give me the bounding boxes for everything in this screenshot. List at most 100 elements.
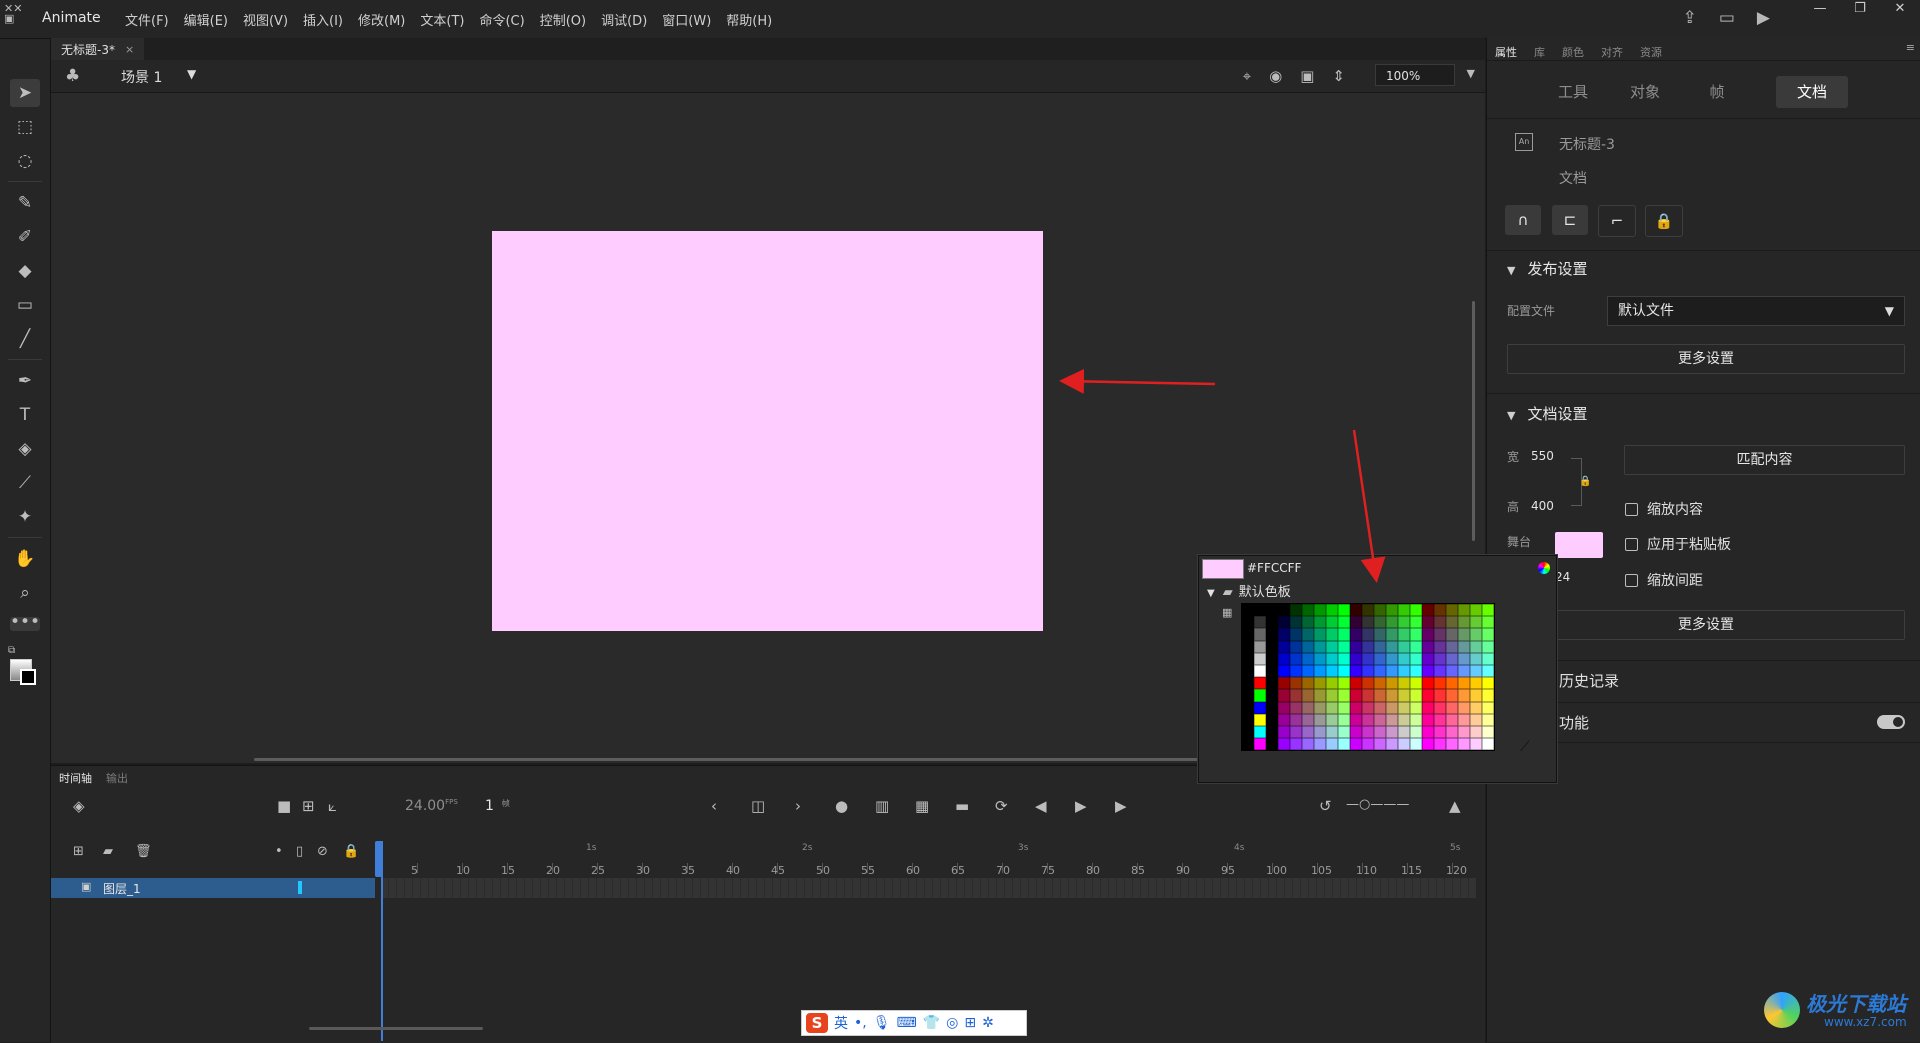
onion-outline-icon[interactable]: ▥ (875, 797, 889, 815)
swatch-cell[interactable] (1314, 604, 1326, 617)
swatch-cell[interactable] (1410, 725, 1422, 739)
more-tools-icon[interactable]: ••• (10, 614, 40, 631)
ruler-icon[interactable]: ⌐ (1598, 205, 1636, 237)
swatch-cell[interactable] (1302, 640, 1314, 653)
swatch-cell[interactable] (1374, 725, 1386, 739)
loop-icon[interactable]: ⟳ (995, 797, 1008, 815)
swatch-cell[interactable] (1266, 677, 1278, 690)
swatch-cell[interactable] (1314, 616, 1326, 629)
swatch-cell[interactable] (1446, 701, 1458, 714)
swatch-cell[interactable] (1266, 689, 1278, 702)
lock-icon[interactable]: 🔒 (343, 844, 359, 859)
swatch-cell[interactable] (1242, 725, 1254, 739)
swatch-cell[interactable] (1254, 725, 1266, 739)
swatch-cell[interactable] (1302, 713, 1314, 726)
swatch-cell[interactable] (1302, 725, 1314, 739)
stroke-color-swatch[interactable] (20, 669, 36, 685)
onion-skin-icon[interactable]: ● (835, 797, 848, 815)
swatch-cell[interactable] (1386, 604, 1398, 617)
menu-text[interactable]: 文本(T) (420, 10, 464, 29)
swatch-cell[interactable] (1290, 677, 1302, 690)
swatch-cell[interactable] (1350, 652, 1362, 665)
stage-canvas[interactable] (492, 231, 1043, 631)
rectangle-tool-icon[interactable]: ▭ (10, 291, 40, 319)
scale-content-checkbox[interactable] (1625, 503, 1638, 516)
color-swatch-grid[interactable] (1241, 603, 1495, 752)
height-field[interactable]: 400 (1531, 499, 1554, 513)
brush-tool-icon[interactable]: ✎ (10, 189, 40, 217)
swatch-cell[interactable] (1290, 713, 1302, 726)
segment-frame[interactable]: 帧 (1681, 76, 1753, 108)
swatch-cell[interactable] (1242, 664, 1254, 678)
line-tool-icon[interactable]: ╱ (10, 325, 40, 353)
swatch-cell[interactable] (1458, 713, 1470, 726)
swatch-cell[interactable] (1326, 664, 1338, 678)
swatch-cell[interactable] (1290, 664, 1302, 678)
swatch-cell[interactable] (1410, 616, 1422, 629)
free-transform-tool-icon[interactable]: ⬚ (10, 113, 40, 141)
feature-heading[interactable]: 功能 (1559, 712, 1589, 733)
swatch-cell[interactable] (1278, 677, 1290, 690)
center-stage-icon[interactable]: ⌖ (1243, 67, 1251, 85)
swatch-cell[interactable] (1290, 640, 1302, 653)
timeline-size-icon[interactable]: ▲ (1449, 797, 1461, 815)
swatch-cell[interactable] (1302, 677, 1314, 690)
layers-icon[interactable]: ◈ (73, 797, 85, 815)
swatch-cell[interactable] (1434, 664, 1446, 678)
match-contents-button[interactable]: 匹配内容 (1624, 445, 1905, 475)
swatch-cell[interactable] (1398, 738, 1410, 751)
zoom-dropdown-icon[interactable]: ▼ (1467, 67, 1475, 80)
swatch-cell[interactable] (1254, 628, 1266, 641)
swatch-cell[interactable] (1422, 677, 1434, 690)
selection-tool-icon[interactable]: ➤ (10, 79, 40, 107)
tab-library[interactable]: 库 (1526, 40, 1554, 60)
swatch-cell[interactable] (1326, 713, 1338, 726)
hand-tool-icon[interactable]: ✋ (10, 545, 40, 573)
swatch-cell[interactable] (1350, 677, 1362, 690)
swatch-cell[interactable] (1386, 689, 1398, 702)
lock-icon[interactable]: 🔒 (1645, 205, 1683, 237)
swatch-cell[interactable] (1242, 640, 1254, 653)
swatch-cell[interactable] (1482, 640, 1494, 653)
paint-brush-tool-icon[interactable]: ✐ (10, 223, 40, 251)
swatch-cell[interactable] (1386, 713, 1398, 726)
swatch-cell[interactable] (1362, 664, 1374, 678)
swatch-cell[interactable] (1254, 713, 1266, 726)
menu-debug[interactable]: 调试(D) (601, 10, 647, 29)
edit-multiple-frames-icon[interactable]: ▦ (915, 797, 929, 815)
swatch-cell[interactable] (1290, 689, 1302, 702)
swap-colors-icon[interactable]: ⧉ (8, 645, 20, 656)
swatch-cell[interactable] (1482, 738, 1494, 751)
swatch-cell[interactable] (1386, 701, 1398, 714)
fps-field[interactable]: 24 (1555, 570, 1570, 584)
new-folder-icon[interactable]: ▰ (103, 844, 113, 859)
play-icon[interactable]: ▶ (1075, 797, 1087, 815)
swatch-cell[interactable] (1398, 725, 1410, 739)
swatch-cell[interactable] (1326, 628, 1338, 641)
scene-dropdown-icon[interactable]: ▼ (187, 67, 196, 81)
swatch-cell[interactable] (1398, 616, 1410, 629)
swatch-cell[interactable] (1338, 604, 1350, 617)
swatch-cell[interactable] (1350, 725, 1362, 739)
swatch-cell[interactable] (1278, 628, 1290, 641)
swatch-cell[interactable] (1446, 689, 1458, 702)
menu-control[interactable]: 控制(O) (540, 10, 586, 29)
swatch-cell[interactable] (1254, 604, 1266, 617)
menu-modify[interactable]: 修改(M) (358, 10, 405, 29)
zoom-field[interactable]: 100% (1375, 64, 1455, 86)
text-tool-icon[interactable]: T (10, 401, 40, 429)
swatch-cell[interactable] (1458, 725, 1470, 739)
swatch-cell[interactable] (1410, 652, 1422, 665)
swatch-cell[interactable] (1266, 664, 1278, 678)
swatch-cell[interactable] (1278, 738, 1290, 751)
swatch-cell[interactable] (1470, 640, 1482, 653)
swatch-cell[interactable] (1266, 616, 1278, 629)
swatch-cell[interactable] (1446, 604, 1458, 617)
swatch-cell[interactable] (1422, 701, 1434, 714)
swatch-cell[interactable] (1362, 738, 1374, 751)
swatch-cell[interactable] (1350, 664, 1362, 678)
step-back-icon[interactable]: ◀ (1035, 797, 1047, 815)
swatch-cell[interactable] (1314, 652, 1326, 665)
swatch-cell[interactable] (1362, 652, 1374, 665)
swatch-cell[interactable] (1362, 677, 1374, 690)
